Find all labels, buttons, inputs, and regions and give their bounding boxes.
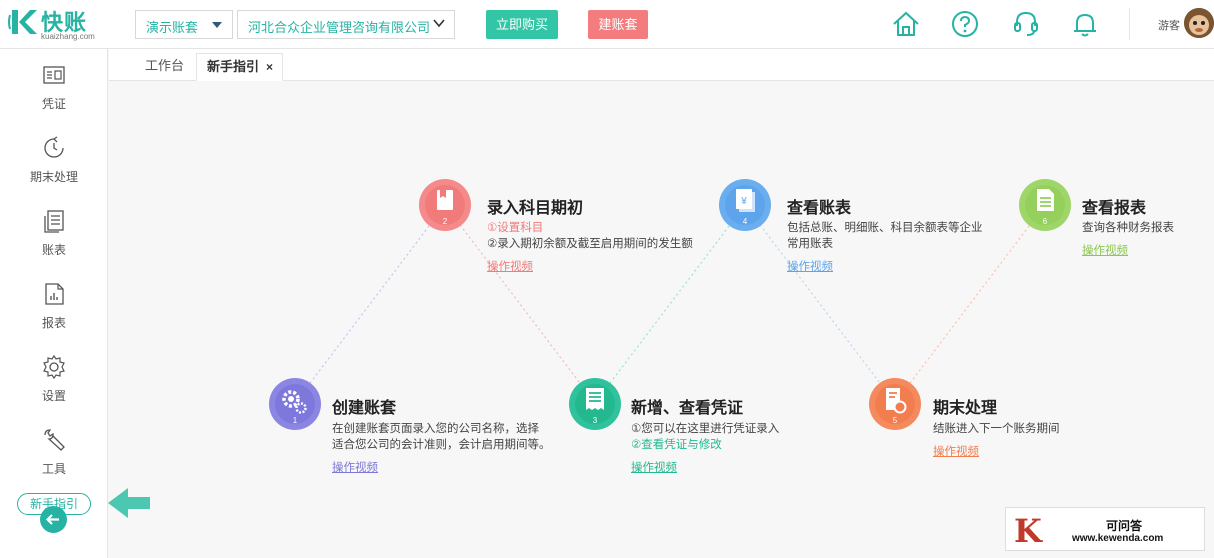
back-button[interactable] (40, 506, 67, 533)
step-5-icon: 5 (868, 377, 922, 431)
app-logo[interactable]: 快账 kuaizhang.com (6, 5, 106, 43)
close-icon[interactable]: × (266, 54, 273, 80)
step-number: 1 (293, 416, 298, 425)
step-3-icon: 3 (568, 377, 622, 431)
logo-domain: kuaizhang.com (41, 32, 95, 41)
step-2-title: 录入科目期初 (487, 200, 584, 217)
desc-line: ②录入期初余额及截至启用期间的发生额 (487, 238, 693, 250)
step-1-video-link[interactable]: 操作视频 (332, 459, 378, 475)
divider (1129, 8, 1130, 40)
step-6-desc: 查询各种财务报表 (1082, 220, 1174, 236)
report-icon (45, 283, 64, 305)
ledger-icon (44, 210, 64, 233)
desc-line: ②查看凭证与修改 (631, 439, 722, 451)
receipt-icon: 3 (569, 378, 621, 430)
step-5-video-link[interactable]: 操作视频 (933, 443, 979, 459)
tab-new-user-guide[interactable]: 新手指引 × (196, 53, 283, 81)
arrow-left-icon (45, 514, 59, 525)
avatar[interactable] (1184, 8, 1214, 38)
step-6-video-link[interactable]: 操作视频 (1082, 242, 1128, 258)
site-watermark: K 可问答 www.kewenda.com (1005, 507, 1205, 551)
create-book-button[interactable]: 建账套 (588, 10, 648, 39)
step-3-video-link[interactable]: 操作视频 (631, 459, 677, 475)
customer-service-icon[interactable] (1011, 9, 1041, 39)
desc-line: ①您可以在这里进行凭证录入 (631, 423, 780, 435)
step-4-video-link[interactable]: 操作视频 (787, 258, 833, 274)
step-2-desc: ①设置科目 ②录入期初余额及截至启用期间的发生额 (487, 220, 693, 252)
desc-line: ①设置科目 (487, 222, 544, 234)
step-4-icon: ¥ 4 (718, 178, 772, 232)
document-icon: 6 (1019, 179, 1071, 231)
sidebar: 凭证 期末处理 账表 报表 设置 工具 新手指引 (0, 49, 108, 558)
book-select[interactable]: 演示账套 (135, 10, 233, 39)
user-name: 游客 (1158, 20, 1180, 32)
step-4-title: 查看账表 (787, 200, 852, 217)
sidebar-item-label: 设置 (41, 389, 66, 403)
desc-line: 常用账表 (787, 238, 833, 250)
step-number: 2 (443, 217, 448, 226)
sidebar-item-settings[interactable]: 设置 (0, 354, 108, 414)
sidebar-item-label: 凭证 (41, 97, 66, 111)
ledger-yen-icon: ¥ 4 (719, 179, 771, 231)
step-1-title: 创建账套 (332, 400, 397, 417)
bell-icon[interactable] (1070, 9, 1100, 39)
tab-workbench[interactable]: 工作台 (135, 53, 194, 81)
book-icon: 2 (419, 179, 471, 231)
clock-refresh-icon (44, 136, 64, 158)
guide-content: 1 创建账套 在创建账套页面录入您的公司名称，选择 适合您公司的会计准则，会计启… (109, 82, 1214, 558)
watermark-name: 可问答 (1106, 519, 1143, 533)
sidebar-item-ledger[interactable]: 账表 (0, 208, 108, 268)
voucher-icon (43, 66, 65, 84)
step-1-desc: 在创建账套页面录入您的公司名称，选择 适合您公司的会计准则，会计启用期间等。 (332, 421, 551, 453)
step-3-title: 新增、查看凭证 (631, 400, 744, 417)
watermark-letter: K (1014, 512, 1042, 550)
step-number: 5 (893, 416, 898, 425)
step-5-title: 期末处理 (933, 400, 998, 417)
help-icon[interactable] (950, 9, 980, 39)
desc-line: 在创建账套页面录入您的公司名称，选择 (332, 423, 539, 435)
step-2-icon: 2 (418, 178, 472, 232)
home-icon[interactable] (891, 9, 921, 39)
step-5-desc: 结账进入下一个账务期间 (933, 421, 1060, 437)
step-4-desc: 包括总账、明细账、科目余额表等企业 常用账表 (787, 220, 1007, 252)
company-select-value: 河北合众企业管理咨询有限公司 (248, 20, 431, 35)
monkey-avatar-icon (1184, 8, 1214, 38)
desc-line: 结账进入下一个账务期间 (933, 423, 1060, 435)
buy-now-button[interactable]: 立即购买 (486, 10, 558, 39)
step-number: 6 (1043, 217, 1048, 226)
tab-bar: 工作台 新手指引 × (109, 49, 1214, 81)
sidebar-item-voucher[interactable]: 凭证 (0, 62, 108, 122)
tab-label: 新手指引 (207, 59, 260, 74)
book-select-value: 演示账套 (146, 20, 199, 35)
chevron-down-icon (433, 19, 445, 28)
step-6-title: 查看报表 (1082, 200, 1147, 217)
step-number: 4 (743, 217, 748, 226)
document-refresh-icon: 5 (869, 378, 921, 430)
top-bar: 快账 kuaizhang.com 演示账套 河北合众企业管理咨询有限公司 立即购… (0, 0, 1214, 49)
step-connector-lines (294, 204, 1046, 404)
gear-icon (43, 354, 65, 380)
desc-line: 包括总账、明细账、科目余额表等企业 (787, 222, 983, 234)
sidebar-item-label: 工具 (41, 462, 66, 476)
sidebar-item-label: 报表 (41, 316, 66, 330)
sidebar-item-label: 账表 (41, 243, 66, 257)
step-2-video-link[interactable]: 操作视频 (487, 258, 533, 274)
desc-line: 适合您公司的会计准则，会计启用期间等。 (332, 439, 551, 451)
svg-text:¥: ¥ (740, 196, 747, 207)
sidebar-item-tools[interactable]: 工具 (0, 427, 108, 487)
watermark-url: www.kewenda.com (1072, 533, 1164, 544)
step-3-desc: ①您可以在这里进行凭证录入 ②查看凭证与修改 (631, 421, 779, 453)
step-number: 3 (593, 416, 598, 425)
wrench-icon (44, 429, 65, 451)
caret-down-icon (212, 22, 222, 28)
step-6-icon: 6 (1018, 178, 1072, 232)
sidebar-item-reports[interactable]: 报表 (0, 281, 108, 341)
sidebar-item-label: 期末处理 (29, 170, 78, 184)
sidebar-item-period-end[interactable]: 期末处理 (0, 135, 108, 195)
step-1-icon: 1 (268, 377, 322, 431)
desc-line: 查询各种财务报表 (1082, 222, 1174, 234)
company-select[interactable]: 河北合众企业管理咨询有限公司 (237, 10, 455, 39)
gears-icon: 1 (269, 378, 321, 430)
kuaizhang-logo-icon (8, 10, 37, 34)
